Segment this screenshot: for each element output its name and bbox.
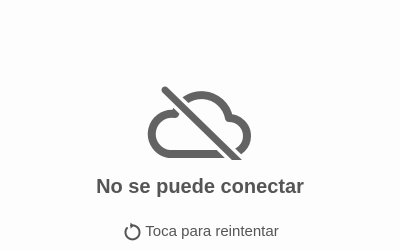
retry-button[interactable]: Toca para reintentar <box>110 218 290 246</box>
refresh-icon <box>124 222 141 241</box>
retry-label: Toca para reintentar <box>145 223 279 240</box>
connection-error-screen: No se puede conectar Toca para reintenta… <box>0 0 400 250</box>
cloud-off-icon <box>147 84 251 160</box>
error-message: No se puede conectar <box>96 176 304 198</box>
